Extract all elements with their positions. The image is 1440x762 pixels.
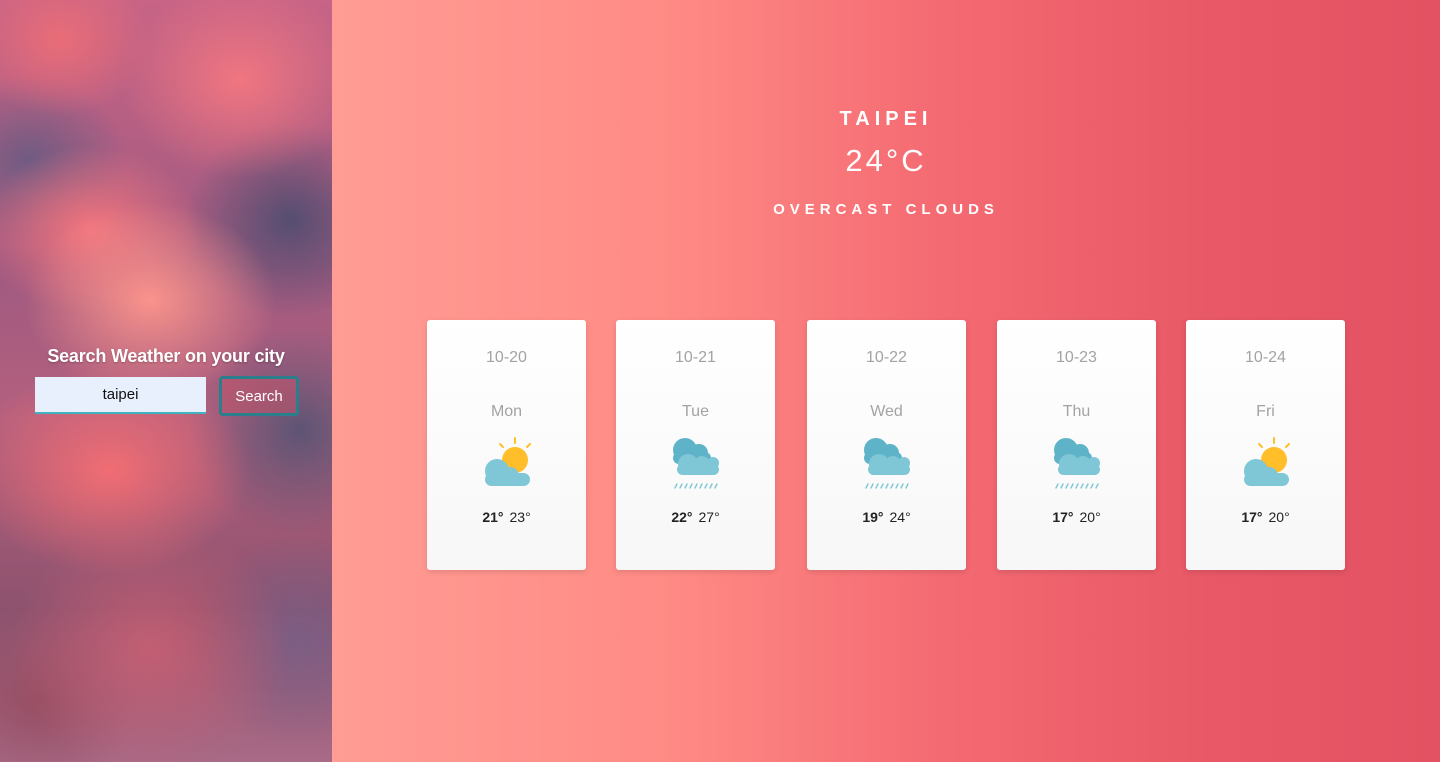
forecast-temps: 19° 24°: [807, 509, 966, 525]
forecast-date: 10-24: [1245, 349, 1286, 366]
forecast-card: 10-20 Mon 21° 23°: [427, 320, 586, 570]
sidebar: Search Weather on your city Search: [0, 0, 332, 762]
search-row: Search: [0, 376, 332, 416]
forecast-min-temp: 21°: [482, 509, 504, 525]
forecast-day: Thu: [1062, 403, 1091, 420]
rain-cloud-icon: [860, 436, 914, 492]
forecast-card: 10-23 Thu 17° 20°: [997, 320, 1156, 570]
forecast-temps: 17° 20°: [997, 509, 1156, 525]
city-search-input[interactable]: [35, 377, 206, 414]
forecast-day: Wed: [870, 403, 903, 420]
forecast-max-temp: 27°: [698, 509, 720, 525]
forecast-min-temp: 22°: [671, 509, 693, 525]
rain-cloud-icon: [669, 436, 723, 492]
forecast-max-temp: 23°: [509, 509, 531, 525]
partly-sunny-icon: [480, 436, 534, 492]
forecast-max-temp: 20°: [1268, 509, 1290, 525]
forecast-card: 10-22 Wed 19° 24°: [807, 320, 966, 570]
current-temperature: 24°C: [845, 143, 927, 178]
forecast-date: 10-21: [675, 349, 716, 366]
forecast-date: 10-22: [866, 349, 907, 366]
forecast-date: 10-20: [486, 349, 527, 366]
forecast-date: 10-23: [1056, 349, 1097, 366]
forecast-temps: 22° 27°: [616, 509, 775, 525]
forecast-temps: 21° 23°: [427, 509, 586, 525]
rain-cloud-icon: [1050, 436, 1104, 492]
forecast-temps: 17° 20°: [1186, 509, 1345, 525]
main-panel: TAIPEI 24°C OVERCAST CLOUDS 10-20 Mon 21…: [332, 0, 1440, 762]
search-title: Search Weather on your city: [47, 346, 285, 366]
forecast-day: Mon: [490, 403, 523, 420]
city-name: TAIPEI: [839, 108, 933, 130]
forecast-min-temp: 17°: [1241, 509, 1263, 525]
forecast-min-temp: 17°: [1052, 509, 1074, 525]
forecast-card: 10-21 Tue 22° 27°: [616, 320, 775, 570]
search-button[interactable]: Search: [219, 376, 299, 416]
weather-description: OVERCAST CLOUDS: [773, 201, 999, 218]
forecast-list: 10-20 Mon 21° 23° 10-21 Tue 22° 27° 10-2…: [332, 320, 1440, 570]
forecast-card: 10-24 Fri 17° 20°: [1186, 320, 1345, 570]
forecast-day: Tue: [682, 403, 709, 420]
forecast-min-temp: 19°: [862, 509, 884, 525]
forecast-max-temp: 24°: [889, 509, 911, 525]
search-panel: Search Weather on your city Search: [0, 346, 332, 416]
forecast-max-temp: 20°: [1079, 509, 1101, 525]
partly-sunny-icon: [1239, 436, 1293, 492]
forecast-day: Fri: [1256, 403, 1275, 420]
